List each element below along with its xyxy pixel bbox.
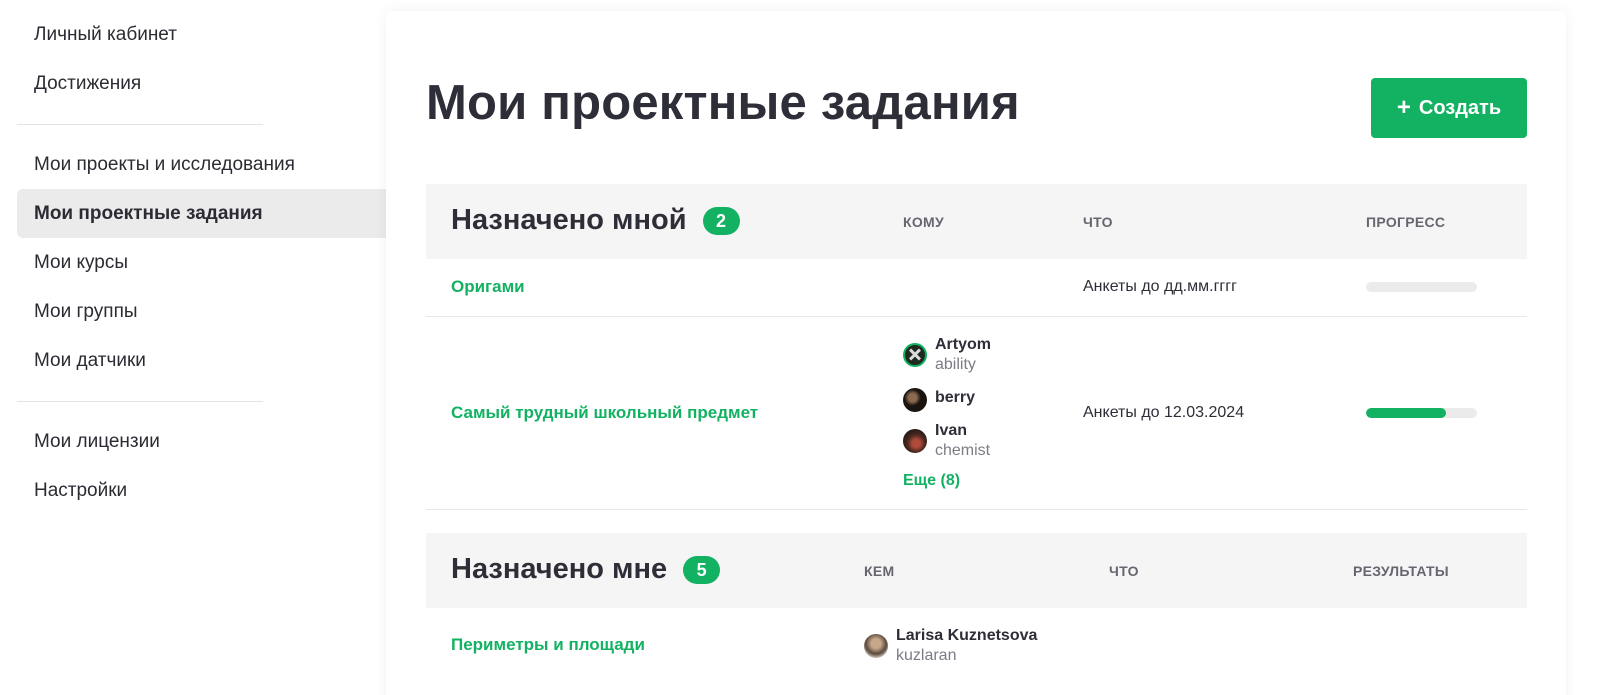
assignee[interactable]: berry xyxy=(903,388,975,412)
plus-icon: + xyxy=(1396,94,1411,121)
main-card: Мои проектные задания + Создать Назначен… xyxy=(386,11,1566,695)
column-header-to-whom: КОМУ xyxy=(903,214,945,230)
section-header: Назначено мной 2 КОМУ ЧТО ПРОГРЕСС xyxy=(426,184,1527,259)
sidebar-item-licenses[interactable]: Мои лицензии xyxy=(17,417,386,466)
sidebar-divider xyxy=(17,401,263,402)
column-header-what: ЧТО xyxy=(1109,563,1139,579)
sidebar-item-courses[interactable]: Мои курсы xyxy=(17,238,386,287)
sidebar-item-groups[interactable]: Мои группы xyxy=(17,287,386,336)
assigner[interactable]: Larisa Kuznetsova kuzlaran xyxy=(864,626,1037,666)
avatar xyxy=(903,388,927,412)
assignee[interactable]: Ivan chemist xyxy=(903,421,990,461)
avatar xyxy=(903,343,927,367)
task-link-origami[interactable]: Оригами xyxy=(451,277,525,297)
section-title: Назначено мной 2 xyxy=(451,204,740,237)
section-title-text: Назначено мной xyxy=(451,204,687,236)
assignee-name: Artyom xyxy=(935,336,992,353)
section-title-text: Назначено мне xyxy=(451,553,668,585)
column-header-by-whom: КЕМ xyxy=(864,563,895,579)
assigned-by-me-section: Назначено мной 2 КОМУ ЧТО ПРОГРЕСС Орига… xyxy=(426,184,1527,510)
progress-fill xyxy=(1366,408,1446,418)
task-what: Анкеты до 12.03.2024 xyxy=(1083,404,1245,421)
assigned-to-me-section: Назначено мне 5 КЕМ ЧТО РЕЗУЛЬТАТЫ Перим… xyxy=(426,533,1527,688)
sidebar-item-sensors[interactable]: Мои датчики xyxy=(17,336,386,385)
assigner-login: kuzlaran xyxy=(896,647,957,664)
table-row: Самый трудный школьный предмет Artyom ab… xyxy=(426,317,1527,510)
column-header-what: ЧТО xyxy=(1083,214,1113,230)
count-badge: 2 xyxy=(702,206,740,235)
task-what: Анкеты до дд.мм.гггг xyxy=(1083,278,1237,295)
task-link-hardest-subject[interactable]: Самый трудный школьный предмет xyxy=(451,403,758,423)
assignee-name: berry xyxy=(935,389,976,406)
assignee-login: chemist xyxy=(935,442,991,459)
sidebar-item-projects[interactable]: Мои проекты и исследования xyxy=(17,140,386,189)
column-header-progress: ПРОГРЕСС xyxy=(1366,214,1446,230)
column-header-results: РЕЗУЛЬТАТЫ xyxy=(1353,563,1449,579)
page-title: Мои проектные задания xyxy=(426,76,1020,130)
table-row: Периметры и площади Larisa Kuznetsova ku… xyxy=(426,608,1527,688)
count-badge: 5 xyxy=(683,555,721,584)
sidebar-item-project-tasks[interactable]: Мои проектные задания xyxy=(17,189,386,238)
sidebar: Личный кабинет Достижения Мои проекты и … xyxy=(17,10,386,515)
progress-bar xyxy=(1366,282,1477,292)
create-button[interactable]: + Создать xyxy=(1371,78,1527,138)
sidebar-item-settings[interactable]: Настройки xyxy=(17,466,386,515)
assignee[interactable]: Artyom ability xyxy=(903,335,991,375)
assignee-name: Ivan xyxy=(935,422,968,439)
task-link-perimeters[interactable]: Периметры и площади xyxy=(451,635,645,655)
progress-bar xyxy=(1366,408,1477,418)
table-row: Оригами Анкеты до дд.мм.гггг xyxy=(426,259,1527,317)
assigner-name: Larisa Kuznetsova xyxy=(896,627,1038,644)
assignee-login: ability xyxy=(935,356,976,373)
sidebar-item-personal-account[interactable]: Личный кабинет xyxy=(17,10,386,59)
avatar xyxy=(864,634,888,658)
sidebar-divider xyxy=(17,124,263,125)
more-assignees-link[interactable]: Еще (8) xyxy=(903,472,960,490)
sidebar-item-achievements[interactable]: Достижения xyxy=(17,59,386,108)
create-button-label: Создать xyxy=(1418,96,1502,119)
section-title: Назначено мне 5 xyxy=(451,553,721,586)
avatar xyxy=(903,429,927,453)
page: Личный кабинет Достижения Мои проекты и … xyxy=(0,0,1606,695)
section-header: Назначено мне 5 КЕМ ЧТО РЕЗУЛЬТАТЫ xyxy=(426,533,1527,608)
